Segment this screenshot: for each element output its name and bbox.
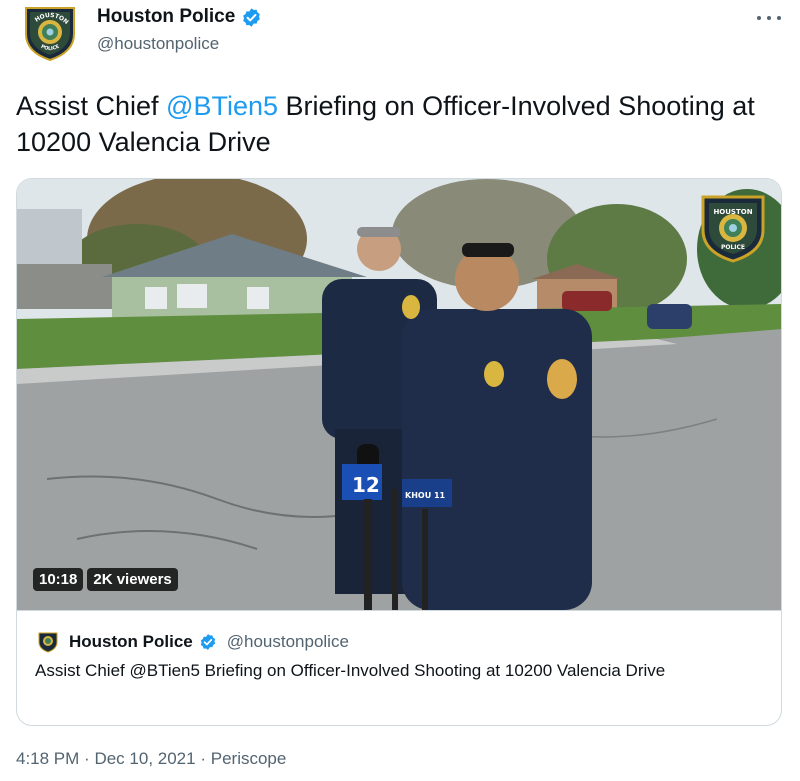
tweet-text-prefix: Assist Chief [16,91,167,121]
houston-police-watermark-logo: HOUSTON POLICE [701,195,765,263]
author-handle[interactable]: @houstonpolice [97,34,219,54]
tweet-header: HOUSTON POLICE Houston Police @houstonpo… [0,0,800,70]
quoted-handle: @houstonpolice [226,632,349,651]
viewers-badge: 2K viewers [87,568,178,591]
mic-flag-12: 12 [352,473,380,497]
quoted-tweet[interactable]: Houston Police @houstonpolice Assist Chi… [17,610,781,725]
watermark-bottom-text: POLICE [721,244,745,251]
quoted-avatar-icon [38,632,58,653]
broadcast-badges: 10:18 2K viewers [33,568,178,591]
video-frame-image: 12 KHOU 11 [17,179,781,610]
meta-separator-1: · [84,749,90,768]
meta-separator-2: · [200,749,206,768]
duration-badge: 10:18 [33,568,84,591]
tweet-text: Assist Chief @BTien5 Briefing on Officer… [16,88,776,160]
tweet-date[interactable]: Dec 10, 2021 [94,749,195,768]
more-options-icon[interactable] [757,8,781,28]
tweet-source[interactable]: Periscope [211,749,287,768]
tweet-meta: 4:18 PM · Dec 10, 2021 · Periscope [16,749,286,769]
watermark-top-text: HOUSTON [713,208,752,216]
broadcast-card[interactable]: 12 KHOU 11 HOUSTON POLICE 10:18 2K viewe… [16,178,782,726]
quoted-display-name: Houston Police [69,632,193,651]
mention-link[interactable]: @BTien5 [166,91,278,121]
quoted-verified-badge-icon [200,634,215,650]
author-name-row[interactable]: Houston Police [97,6,262,28]
tweet-time[interactable]: 4:18 PM [16,749,79,768]
video-media[interactable]: 12 KHOU 11 HOUSTON POLICE 10:18 2K viewe… [17,179,781,610]
author-display-name[interactable]: Houston Police [97,6,235,28]
quoted-text: Assist Chief @BTien5 Briefing on Officer… [35,661,666,680]
mic-flag-khou: KHOU 11 [405,491,446,500]
houston-police-badge-avatar[interactable]: HOUSTON POLICE [22,4,78,62]
quoted-author-row: Houston Police @houstonpolice [37,631,349,653]
verified-badge-icon [243,7,261,27]
